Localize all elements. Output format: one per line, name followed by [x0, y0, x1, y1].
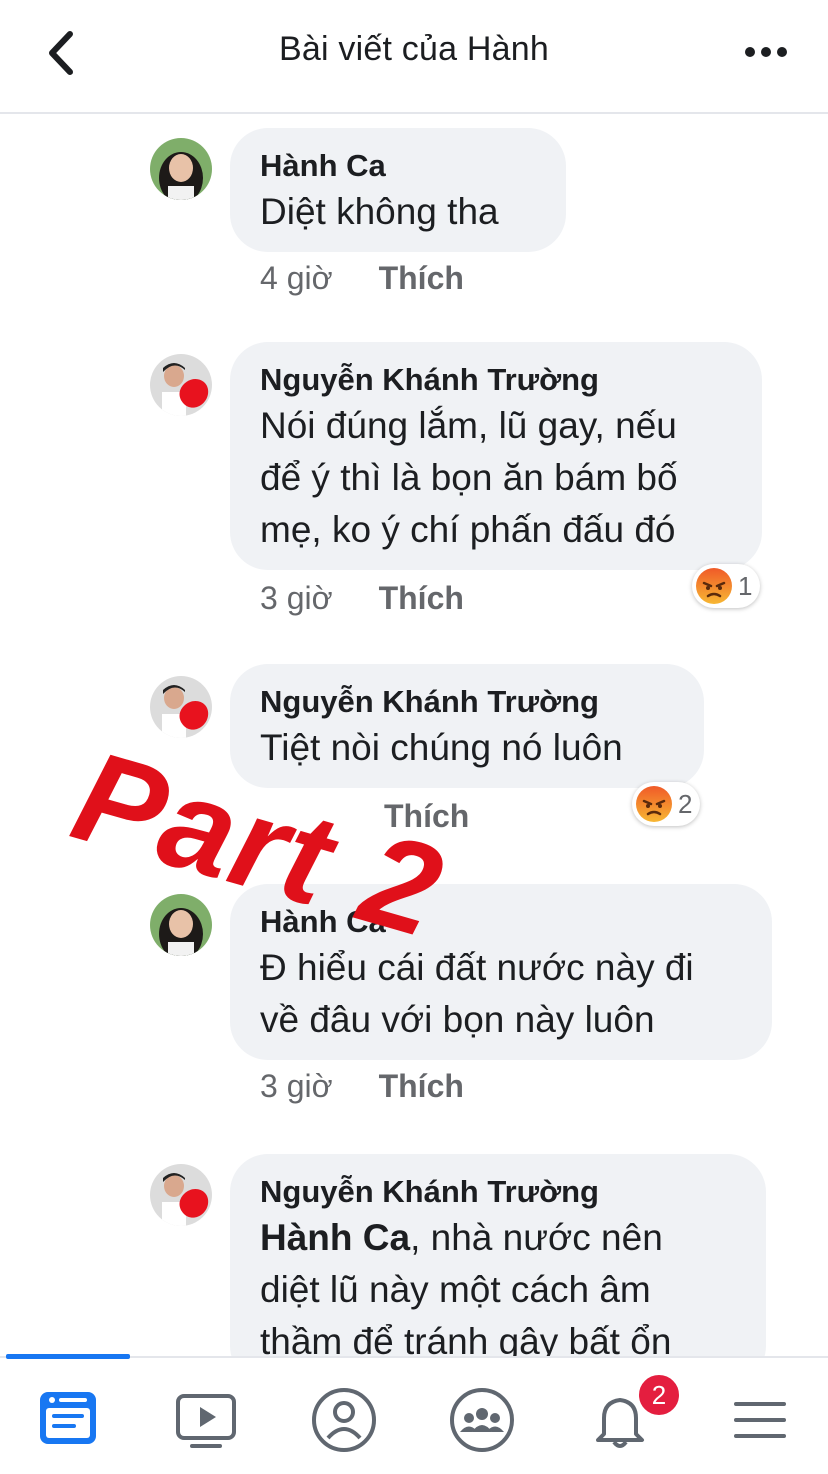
comment-text: Tiệt nòi chúng nó luôn: [260, 727, 623, 768]
comment-bubble[interactable]: Nguyễn Khánh Trường Tiệt nòi chúng nó lu…: [230, 664, 704, 788]
more-dots-icon: [745, 47, 787, 57]
reaction-summary[interactable]: 1: [692, 564, 761, 608]
nav-profile[interactable]: [304, 1380, 384, 1460]
comment-text: Diệt không tha: [260, 191, 499, 232]
angry-reaction-icon: [636, 786, 672, 822]
groups-icon: [450, 1388, 514, 1452]
comment-author[interactable]: Nguyễn Khánh Trường: [260, 1172, 736, 1212]
comment-text: , nhà nước nên: [410, 1217, 663, 1258]
reaction-count: 1: [738, 570, 753, 601]
comment-bubble[interactable]: Nguyễn Khánh Trường Nói đúng lắm, lũ gay…: [230, 342, 762, 570]
avatar-woman-icon: [150, 138, 212, 200]
avatar[interactable]: [150, 138, 212, 200]
active-tab-indicator: [6, 1354, 130, 1359]
comment-text-line: về đâu với bọn này luôn: [260, 999, 655, 1040]
comment-author[interactable]: Hành Ca: [260, 146, 536, 186]
like-button[interactable]: Thích: [384, 798, 469, 835]
page-title: Bài viết của Hành: [279, 30, 549, 68]
like-button[interactable]: Thích: [379, 1068, 464, 1105]
feed-icon: [40, 1392, 96, 1444]
comment-meta: 3 giờ Thích: [260, 580, 464, 617]
comment-bubble[interactable]: Hành Ca Đ hiểu cái đất nước này đi về đâ…: [230, 884, 772, 1060]
top-bar: Bài viết của Hành: [0, 0, 828, 114]
comment-author[interactable]: Nguyễn Khánh Trường: [260, 682, 674, 722]
avatar[interactable]: [150, 894, 212, 956]
avatar-woman-icon: [150, 894, 212, 956]
comment-meta: 4 giờ Thích: [260, 260, 464, 297]
nav-feed[interactable]: [28, 1380, 108, 1460]
comment-text-line: diệt lũ này một cách âm: [260, 1269, 651, 1310]
comment-author[interactable]: Hành Ca: [260, 902, 742, 942]
avatar-man-icon: [150, 354, 212, 416]
nav-groups[interactable]: [442, 1380, 522, 1460]
comment-bubble[interactable]: Hành Ca Diệt không tha: [230, 128, 566, 252]
comment-time[interactable]: 3 giờ: [260, 1068, 333, 1105]
mention-link[interactable]: Hành Ca: [260, 1217, 410, 1258]
menu-icon: [734, 1402, 786, 1438]
reaction-summary[interactable]: 2: [632, 782, 701, 826]
notification-badge: 2: [636, 1372, 682, 1418]
comment-text-line: Hành Ca, nhà nước nên: [260, 1212, 736, 1264]
like-button[interactable]: Thích: [379, 580, 464, 617]
comment-text-line: để ý thì là bọn ăn bám bố: [260, 457, 678, 498]
nav-watch[interactable]: [166, 1380, 246, 1460]
avatar[interactable]: [150, 1164, 212, 1226]
comment-text-line: Đ hiểu cái đất nước này đi: [260, 947, 694, 988]
watch-icon: [176, 1394, 236, 1448]
comment-text-line: Nói đúng lắm, lũ gay, nếu: [260, 405, 677, 446]
comment-bubble[interactable]: Nguyễn Khánh Trường Hành Ca, nhà nước nê…: [230, 1154, 766, 1384]
nav-menu[interactable]: [720, 1380, 800, 1460]
more-options-button[interactable]: [738, 30, 794, 74]
like-button[interactable]: Thích: [379, 260, 464, 297]
bottom-nav: 2: [0, 1354, 828, 1474]
reaction-count: 2: [678, 788, 693, 819]
comment-author[interactable]: Nguyễn Khánh Trường: [260, 360, 732, 400]
angry-reaction-icon: [696, 568, 732, 604]
avatar[interactable]: [150, 676, 212, 738]
avatar[interactable]: [150, 354, 212, 416]
profile-icon: [312, 1388, 376, 1452]
avatar-man-icon: [150, 676, 212, 738]
comment-meta: 3 giờ Thích: [260, 1068, 464, 1105]
comment-time[interactable]: 4 giờ: [260, 260, 333, 297]
comment-time[interactable]: 3 giờ: [260, 580, 333, 617]
comment-text-line: mẹ, ko ý chí phấn đấu đó: [260, 509, 676, 550]
comment-meta: Thích: [260, 798, 469, 835]
avatar-man-icon: [150, 1164, 212, 1226]
